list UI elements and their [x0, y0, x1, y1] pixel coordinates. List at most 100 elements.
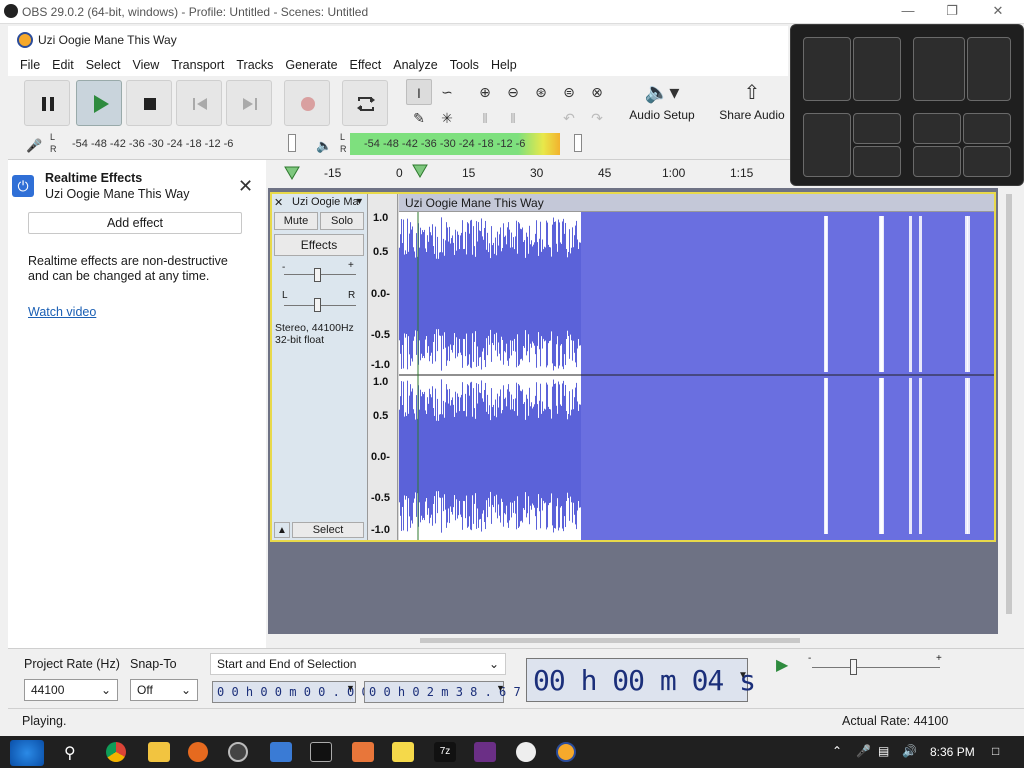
snap-zone[interactable]: [853, 146, 901, 177]
menu-tracks[interactable]: Tracks: [230, 58, 279, 72]
menu-help[interactable]: Help: [485, 58, 523, 72]
record-button[interactable]: [284, 80, 330, 126]
stop-button[interactable]: [126, 80, 172, 126]
redo-icon[interactable]: ↷: [584, 105, 610, 131]
search-icon[interactable]: ⚲: [64, 743, 76, 763]
volume-icon[interactable]: 🔊: [902, 744, 917, 758]
snap-to-select[interactable]: Off ⌄: [130, 679, 198, 701]
skip-start-button[interactable]: [176, 80, 222, 126]
collapse-track-icon[interactable]: ▲: [274, 522, 290, 538]
microphone-tray-icon[interactable]: 🎤: [856, 744, 871, 758]
chevron-down-icon[interactable]: ▼: [738, 670, 748, 681]
chevron-down-icon[interactable]: ▼: [346, 683, 355, 693]
gain-slider[interactable]: [314, 268, 321, 282]
menu-generate[interactable]: Generate: [279, 58, 343, 72]
track-select-button[interactable]: Select: [292, 522, 364, 538]
rec-meter-slider[interactable]: [288, 134, 296, 152]
notes-icon[interactable]: [392, 742, 414, 762]
fit-selection-icon[interactable]: ⊛: [528, 79, 554, 105]
play-button[interactable]: [76, 80, 122, 126]
chevron-up-icon[interactable]: ⌃: [832, 744, 842, 758]
menu-select[interactable]: Select: [80, 58, 127, 72]
zoom-out-icon[interactable]: ⊖: [500, 79, 526, 105]
chevron-down-icon[interactable]: ▼: [496, 683, 505, 693]
snap-zone[interactable]: [853, 37, 901, 101]
close-icon[interactable]: ✕: [988, 2, 1008, 20]
snap-zone[interactable]: [803, 113, 851, 177]
selection-start-time[interactable]: 0 0 h 0 0 m 0 0 . 0 0 s: [212, 681, 383, 703]
play-meter-scale[interactable]: -54 -48 -42 -36 -30 -24 -18 -12 -6: [364, 138, 525, 150]
speed-slider[interactable]: [850, 659, 857, 675]
menu-effect[interactable]: Effect: [344, 58, 388, 72]
track-effects-button[interactable]: Effects: [274, 234, 364, 256]
fit-project-icon[interactable]: ⊜: [556, 79, 582, 105]
snap-zone[interactable]: [913, 146, 961, 177]
project-rate-select[interactable]: 44100 ⌄: [24, 679, 118, 701]
start-icon[interactable]: [10, 740, 44, 766]
trim-icon[interactable]: ‖: [472, 105, 498, 131]
menu-view[interactable]: View: [126, 58, 165, 72]
pan-slider[interactable]: [314, 298, 321, 312]
menu-file[interactable]: File: [14, 58, 46, 72]
app-icon[interactable]: [474, 742, 496, 762]
skip-end-button[interactable]: [226, 80, 272, 126]
restore-icon[interactable]: ❐: [942, 2, 962, 20]
terminal-icon[interactable]: [310, 742, 332, 762]
envelope-tool-icon[interactable]: ∽: [434, 79, 460, 105]
mute-button[interactable]: Mute: [274, 212, 318, 230]
loop-button[interactable]: [342, 80, 388, 126]
chevron-down-icon[interactable]: ▼: [355, 196, 364, 206]
snap-zone[interactable]: [967, 37, 1011, 101]
snap-zone[interactable]: [963, 113, 1011, 144]
snap-zone[interactable]: [853, 113, 901, 144]
media-player-icon[interactable]: [516, 742, 536, 762]
silence-icon[interactable]: ‖: [500, 105, 526, 131]
play-meter-slider[interactable]: [574, 134, 582, 152]
chrome-icon[interactable]: [106, 742, 126, 762]
minimize-icon[interactable]: —: [898, 2, 918, 20]
clip-title-bar[interactable]: Uzi Oogie Mane This Way: [399, 194, 994, 212]
solo-button[interactable]: Solo: [320, 212, 364, 230]
zoom-toggle-icon[interactable]: ⊗: [584, 79, 610, 105]
pause-button[interactable]: [24, 80, 70, 126]
waveform-display[interactable]: [399, 194, 994, 540]
watch-video-link[interactable]: Watch video: [28, 305, 96, 319]
menu-tools[interactable]: Tools: [444, 58, 485, 72]
multi-tool-icon[interactable]: ✳: [434, 105, 460, 131]
menu-analyze[interactable]: Analyze: [387, 58, 443, 72]
close-icon[interactable]: ✕: [238, 176, 253, 197]
track-close-icon[interactable]: ✕: [274, 196, 283, 209]
rec-meter-scale[interactable]: -54 -48 -42 -36 -30 -24 -18 -12 -6: [72, 138, 233, 150]
network-icon[interactable]: ▤: [878, 744, 889, 758]
obs-icon[interactable]: [228, 742, 248, 762]
notification-icon[interactable]: □: [992, 744, 999, 758]
selection-mode-select[interactable]: Start and End of Selection ⌄: [210, 653, 506, 675]
undo-icon[interactable]: ↶: [556, 105, 582, 131]
play-at-speed-icon[interactable]: ▶: [776, 655, 788, 675]
clock[interactable]: 8:36 PM: [930, 745, 975, 759]
menu-transport[interactable]: Transport: [165, 58, 230, 72]
selection-tool-icon[interactable]: I: [406, 79, 432, 105]
snap-zone[interactable]: [913, 37, 965, 101]
microphone-icon[interactable]: 🎤: [26, 138, 42, 154]
power-icon[interactable]: ⏻: [12, 175, 34, 197]
timeline-ruler[interactable]: -15 0 15 30 45 1:00 1:15: [268, 160, 790, 188]
menu-edit[interactable]: Edit: [46, 58, 80, 72]
add-effect-button[interactable]: Add effect: [28, 212, 242, 234]
vertical-scrollbar[interactable]: [1006, 194, 1012, 614]
7zip-icon[interactable]: 7z: [434, 742, 456, 762]
selection-end-time[interactable]: 0 0 h 0 2 m 3 8 . 6 7 s: [364, 681, 535, 703]
app-icon[interactable]: [352, 742, 374, 762]
snap-zone[interactable]: [913, 113, 961, 144]
share-audio-button[interactable]: ⇧ Share Audio: [710, 78, 794, 138]
track-name-dropdown[interactable]: Uzi Oogie Ma: [292, 196, 359, 208]
snap-zone[interactable]: [803, 37, 851, 101]
file-explorer-icon[interactable]: [148, 742, 170, 762]
draw-tool-icon[interactable]: ✎: [406, 105, 432, 131]
audacity-taskbar-icon[interactable]: [556, 742, 576, 762]
app-icon[interactable]: [270, 742, 292, 762]
snap-zone[interactable]: [963, 146, 1011, 177]
firefox-icon[interactable]: [188, 742, 208, 762]
time-display[interactable]: 00 h 00 m 04 s: [526, 658, 756, 702]
audio-setup-button[interactable]: 🔈▾ Audio Setup: [620, 78, 704, 138]
